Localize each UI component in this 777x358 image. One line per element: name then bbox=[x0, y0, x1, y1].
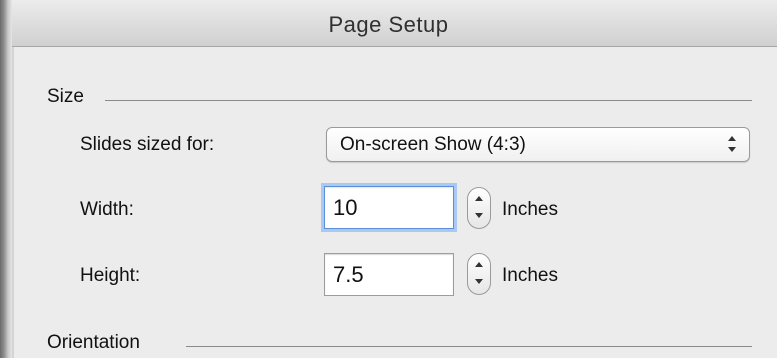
slides-sized-for-value: On-screen Show (4:3) bbox=[340, 134, 526, 155]
section-size-label: Size bbox=[47, 86, 84, 107]
chevron-up-icon bbox=[475, 262, 483, 267]
height-input[interactable] bbox=[325, 254, 453, 295]
window-left-edge bbox=[0, 0, 12, 358]
window-title: Page Setup bbox=[328, 12, 449, 37]
chevron-up-icon bbox=[475, 196, 483, 201]
width-stepper-down[interactable] bbox=[468, 208, 490, 228]
height-stepper-up[interactable] bbox=[468, 254, 490, 274]
slides-sized-for-popup[interactable]: On-screen Show (4:3) bbox=[326, 127, 750, 162]
height-field[interactable] bbox=[324, 253, 454, 296]
height-label: Height: bbox=[80, 265, 141, 286]
width-input[interactable] bbox=[325, 187, 453, 228]
chevron-down-icon bbox=[475, 279, 483, 284]
height-stepper[interactable] bbox=[467, 253, 491, 295]
slides-sized-for-label: Slides sized for: bbox=[80, 134, 215, 155]
title-bar[interactable]: Page Setup bbox=[0, 0, 777, 47]
updown-arrows-icon bbox=[727, 132, 737, 156]
chevron-down-icon bbox=[475, 213, 483, 218]
height-units: Inches bbox=[502, 265, 558, 286]
width-stepper-up[interactable] bbox=[468, 188, 490, 208]
height-stepper-down[interactable] bbox=[468, 274, 490, 294]
section-orientation-rule bbox=[186, 346, 752, 347]
section-orientation-label: Orientation bbox=[47, 332, 140, 353]
panel-border bbox=[12, 47, 14, 358]
width-units: Inches bbox=[502, 199, 558, 220]
section-size-rule bbox=[105, 100, 752, 101]
width-label: Width: bbox=[80, 199, 134, 220]
width-field[interactable] bbox=[324, 186, 454, 229]
width-stepper[interactable] bbox=[467, 187, 491, 229]
